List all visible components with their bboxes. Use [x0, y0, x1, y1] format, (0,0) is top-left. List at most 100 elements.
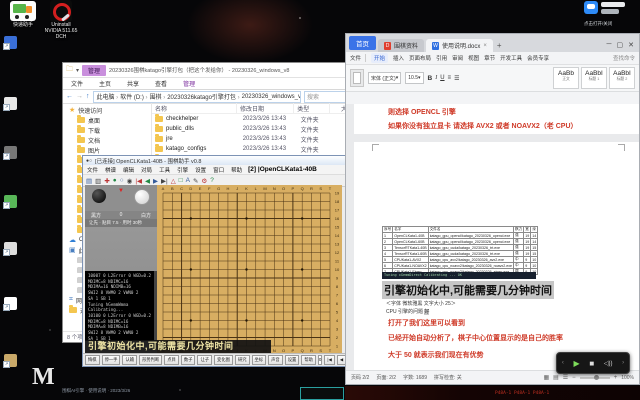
status-button[interactable]: 停一手 [101, 355, 121, 365]
ribbon-tab[interactable]: 管理 [175, 78, 203, 89]
menu-item[interactable]: 章节 [484, 54, 495, 62]
desktop-shortcut-icon[interactable]: ↗ [3, 36, 17, 50]
menu-item[interactable]: 文件 [87, 166, 98, 174]
forward-icon[interactable]: → [76, 93, 83, 100]
font-size-select[interactable]: 10.5 ▾ [405, 72, 424, 84]
outline-mode-icon[interactable]: ☰ [563, 374, 568, 381]
nav-folder-item[interactable]: 桌面 [63, 115, 151, 125]
menu-item[interactable]: 帮助 [231, 166, 242, 174]
status-button[interactable]: 形势判断 [139, 355, 163, 365]
document-area[interactable]: 则选择 OPENCL 引擎 如果你没有独立显卡 请选择 AVX2 或者 NOAV… [346, 104, 639, 384]
menu-item[interactable]: 工具 [159, 166, 170, 174]
menu-item[interactable]: 视图 [468, 54, 479, 62]
file-row[interactable]: jre 2023/3/26 13:43 文件夹 [152, 134, 357, 144]
menu-item[interactable]: 引用 [436, 54, 447, 62]
maximize-icon[interactable]: ▢ [617, 41, 624, 49]
square-marker-icon[interactable]: □ [179, 177, 183, 184]
engine-console[interactable]: 10007 0 L2Error 0 WGD=0.2 MDIMC=8 NDIMC=1… [85, 271, 157, 341]
file-menu[interactable]: 文件 [350, 54, 367, 62]
breadcrumb-segment[interactable]: 围棋 [150, 95, 162, 101]
status-button[interactable]: 认输 [122, 355, 138, 365]
prev-move-icon[interactable]: ◀ [145, 177, 150, 185]
menu-item[interactable]: 插入 [393, 54, 404, 62]
file-row[interactable]: checkhelper 2023/3/26 13:43 文件夹 [152, 114, 357, 124]
align-left-icon[interactable]: ≡ [448, 75, 452, 81]
style-tile[interactable]: AaBb 正文 [553, 67, 579, 89]
zoom-in-icon[interactable]: + [614, 375, 618, 381]
go-board[interactable]: AA19BB18CC17DD16EE15FF14GG13HH12JJ11KK10… [157, 185, 342, 354]
status-button[interactable]: 研究 [234, 355, 250, 365]
breadcrumb-segment[interactable]: 20230326_windows_v8 [242, 94, 300, 100]
zoom-out-icon[interactable]: − [572, 375, 576, 381]
file-row[interactable]: public_dlls 2023/3/26 13:43 文件夹 [152, 124, 357, 134]
status-button[interactable]: 坐标 [251, 355, 267, 365]
move-counter[interactable]: 0 [317, 355, 323, 365]
desktop-icon-truck[interactable]: 快递助手 [6, 1, 40, 28]
status-button[interactable]: 悔棋 [85, 355, 100, 365]
bold-button[interactable]: B [428, 75, 433, 82]
status-button[interactable]: 点目 [164, 355, 179, 365]
desktop-shortcut-icon[interactable]: ↗ [3, 146, 17, 160]
collapse-left-icon[interactable]: ‹ [562, 360, 564, 366]
menu-item[interactable]: 棋谱 [105, 166, 116, 174]
close-icon[interactable]: ✕ [628, 41, 634, 49]
page-mode-icon[interactable]: ▤ [553, 374, 559, 381]
explorer-title-bar[interactable]: 🗀 ▾ 管理 20230326围棋katago引擎打包（把这个发给你） - 20… [63, 63, 357, 78]
paste-button[interactable] [350, 69, 364, 87]
status-button[interactable]: 让子 [197, 355, 213, 365]
style-tile[interactable]: AaBbI 标题 2 [609, 67, 635, 89]
desktop-icon-uninstaller[interactable]: Uninstall NVIDIA 511.65 DCH [44, 0, 78, 40]
first-move-icon[interactable]: |◀ [135, 177, 142, 185]
menu-item[interactable]: 引擎 [177, 166, 188, 174]
danmaku-widget[interactable]: 点击打开/关闭 [584, 1, 638, 31]
stop-icon[interactable]: ■ [589, 359, 594, 368]
menu-item[interactable]: 页面布局 [409, 54, 431, 62]
breadcrumb-segment[interactable]: 此电脑 [97, 95, 115, 101]
zoom-slider[interactable] [579, 374, 610, 380]
expand-right-icon[interactable]: › [622, 360, 624, 366]
help-icon[interactable]: ? [210, 177, 214, 184]
file-row[interactable]: katago_configs 2023/3/26 13:43 文件夹 [152, 144, 357, 154]
ribbon-tab[interactable]: 主页 [91, 78, 119, 89]
menu-item[interactable]: 窗口 [213, 166, 224, 174]
letter-marker-icon[interactable]: A [186, 177, 190, 184]
underline-button[interactable]: U [440, 75, 444, 81]
home-tab-button[interactable]: 首页 [349, 36, 376, 50]
close-icon[interactable]: × [483, 43, 487, 49]
doc-tab[interactable]: D 围棋资料 [378, 39, 425, 52]
menu-item[interactable]: 设置 [195, 166, 206, 174]
status-button[interactable]: 设置 [284, 355, 300, 365]
menu-item[interactable]: 对局 [141, 166, 152, 174]
doc-tab-active[interactable]: W 使用说明.docx × [426, 39, 493, 52]
breadcrumb[interactable]: 此电脑 › 软件 (D:) › 围棋 › 20230326katago引擎打包 … [92, 90, 301, 103]
breadcrumb-segment[interactable]: 20230326katago引擎打包 [167, 95, 236, 101]
font-name-select[interactable]: 宋体 (正文) ▾ [368, 72, 402, 84]
ribbon-tab[interactable]: 查看 [147, 78, 175, 89]
status-button[interactable]: 声音 [268, 355, 283, 365]
status-button[interactable]: 帮助 [301, 355, 316, 365]
desktop-shortcut-icon[interactable]: ↗ [3, 242, 17, 256]
menu-item[interactable]: 开发工具 [500, 54, 522, 62]
play-icon[interactable]: ▶ [574, 359, 580, 368]
white-stone-icon[interactable]: ○ [120, 177, 124, 184]
search-commands[interactable]: 查找命令 [613, 54, 635, 62]
minimize-icon[interactable]: ─ [607, 41, 612, 49]
open-file-icon[interactable]: ▤ [86, 177, 92, 185]
back-icon[interactable]: ← [66, 93, 73, 100]
settings-icon[interactable]: ⚙ [201, 177, 207, 185]
last-move-icon[interactable]: ▶| [161, 177, 168, 185]
edit-icon[interactable]: ✎ [193, 177, 198, 185]
status-button[interactable]: 数子 [180, 355, 196, 365]
move-nav-button[interactable]: |◀ [324, 355, 335, 365]
nav-folder-item[interactable]: 图片 [63, 145, 151, 155]
read-mode-icon[interactable]: ▦ [543, 374, 549, 381]
ribbon-tab[interactable]: 文件 [63, 78, 91, 89]
menu-item[interactable]: 编辑 [123, 166, 134, 174]
new-game-icon[interactable]: ✚ [104, 177, 109, 185]
new-tab-button[interactable]: + [497, 41, 502, 50]
column-header[interactable]: 名称 [152, 103, 238, 113]
style-tile[interactable]: AaBbI 标题 1 [581, 67, 607, 89]
desktop-shortcut-icon[interactable]: ↗ [3, 354, 17, 368]
desktop-shortcut-icon[interactable]: ↗ [3, 195, 17, 209]
menu-item[interactable]: 审阅 [452, 54, 463, 62]
